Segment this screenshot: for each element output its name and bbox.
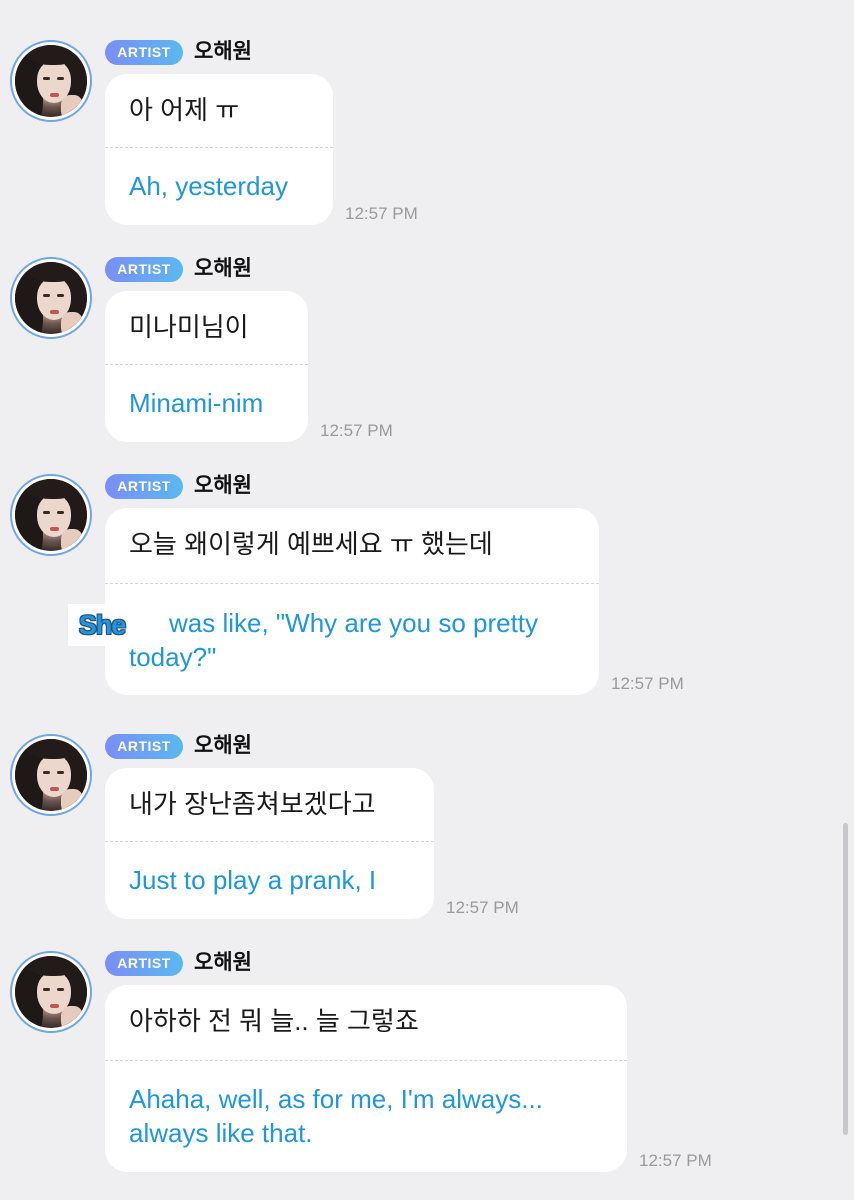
- author-name[interactable]: 오해원: [194, 38, 252, 66]
- original-text: 아 어제 ㅠ: [129, 95, 240, 125]
- translation-text: Ahaha, well, as for me, I'm always... al…: [129, 1084, 543, 1148]
- message-timestamp: 12:57 PM: [320, 421, 393, 440]
- bubble-divider: [105, 583, 599, 584]
- translation-text: Ah, yesterday: [129, 171, 288, 201]
- message-item: ARTIST 오해원 아 어제 ㅠ Ah, yesterday 12:57 PM: [0, 40, 854, 230]
- message-bubble[interactable]: 아 어제 ㅠ Ah, yesterday: [105, 74, 333, 225]
- message-item: ARTIST 오해원 내가 장난좀쳐보겠다고 Just to play a pr…: [0, 734, 854, 924]
- artist-badge: ARTIST: [105, 257, 183, 282]
- author-name[interactable]: 오해원: [194, 949, 252, 977]
- bubble-divider: [105, 841, 434, 842]
- message-item: ARTIST 오해원 미나미님이 Minami-nim 12:57 PM: [0, 257, 854, 447]
- message-timestamp: 12:57 PM: [639, 1151, 712, 1170]
- message-timestamp: 12:57 PM: [345, 204, 418, 223]
- message-bubble[interactable]: 내가 장난좀쳐보겠다고 Just to play a prank, I: [105, 768, 434, 919]
- author-name[interactable]: 오해원: [194, 255, 252, 283]
- artist-avatar[interactable]: [10, 474, 92, 556]
- scrollbar-thumb[interactable]: [843, 823, 848, 1135]
- original-text: 내가 장난좀쳐보겠다고: [129, 789, 376, 819]
- original-text: 오늘 왜이렇게 예쁘세요 ㅠ 했는데: [129, 529, 493, 559]
- message-item: ARTIST 오해원 아하하 전 뭐 늘.. 늘 그렇죠 Ahaha, well…: [0, 951, 854, 1181]
- bubble-divider: [105, 147, 333, 148]
- message-item: ARTIST 오해원 오늘 왜이렇게 예쁘세요 ㅠ 했는데 was like, …: [0, 474, 854, 704]
- artist-avatar[interactable]: [10, 734, 92, 816]
- bubble-divider: [105, 364, 308, 365]
- author-name[interactable]: 오해원: [194, 732, 252, 760]
- message-timestamp: 12:57 PM: [611, 674, 684, 693]
- artist-badge: ARTIST: [105, 951, 183, 976]
- translation-text: Just to play a prank, I: [129, 865, 377, 895]
- author-name[interactable]: 오해원: [194, 472, 252, 500]
- translation-text: Minami-nim: [129, 388, 264, 418]
- artist-badge: ARTIST: [105, 474, 183, 499]
- message-bubble[interactable]: 아하하 전 뭐 늘.. 늘 그렇죠 Ahaha, well, as for me…: [105, 985, 627, 1172]
- artist-avatar[interactable]: [10, 40, 92, 122]
- artist-badge: ARTIST: [105, 734, 183, 759]
- message-bubble[interactable]: 오늘 왜이렇게 예쁘세요 ㅠ 했는데 was like, "Why are yo…: [105, 508, 599, 695]
- bubble-divider: [105, 1060, 627, 1061]
- original-text: 아하하 전 뭐 늘.. 늘 그렇죠: [129, 1006, 419, 1036]
- message-bubble[interactable]: 미나미님이 Minami-nim: [105, 291, 308, 442]
- overlay-caption-label: She: [68, 604, 136, 646]
- artist-avatar[interactable]: [10, 257, 92, 339]
- translation-text: was like, "Why are you so pretty today?": [129, 608, 539, 672]
- original-text: 미나미님이: [129, 312, 249, 342]
- artist-avatar[interactable]: [10, 951, 92, 1033]
- message-timestamp: 12:57 PM: [446, 898, 519, 917]
- artist-badge: ARTIST: [105, 40, 183, 65]
